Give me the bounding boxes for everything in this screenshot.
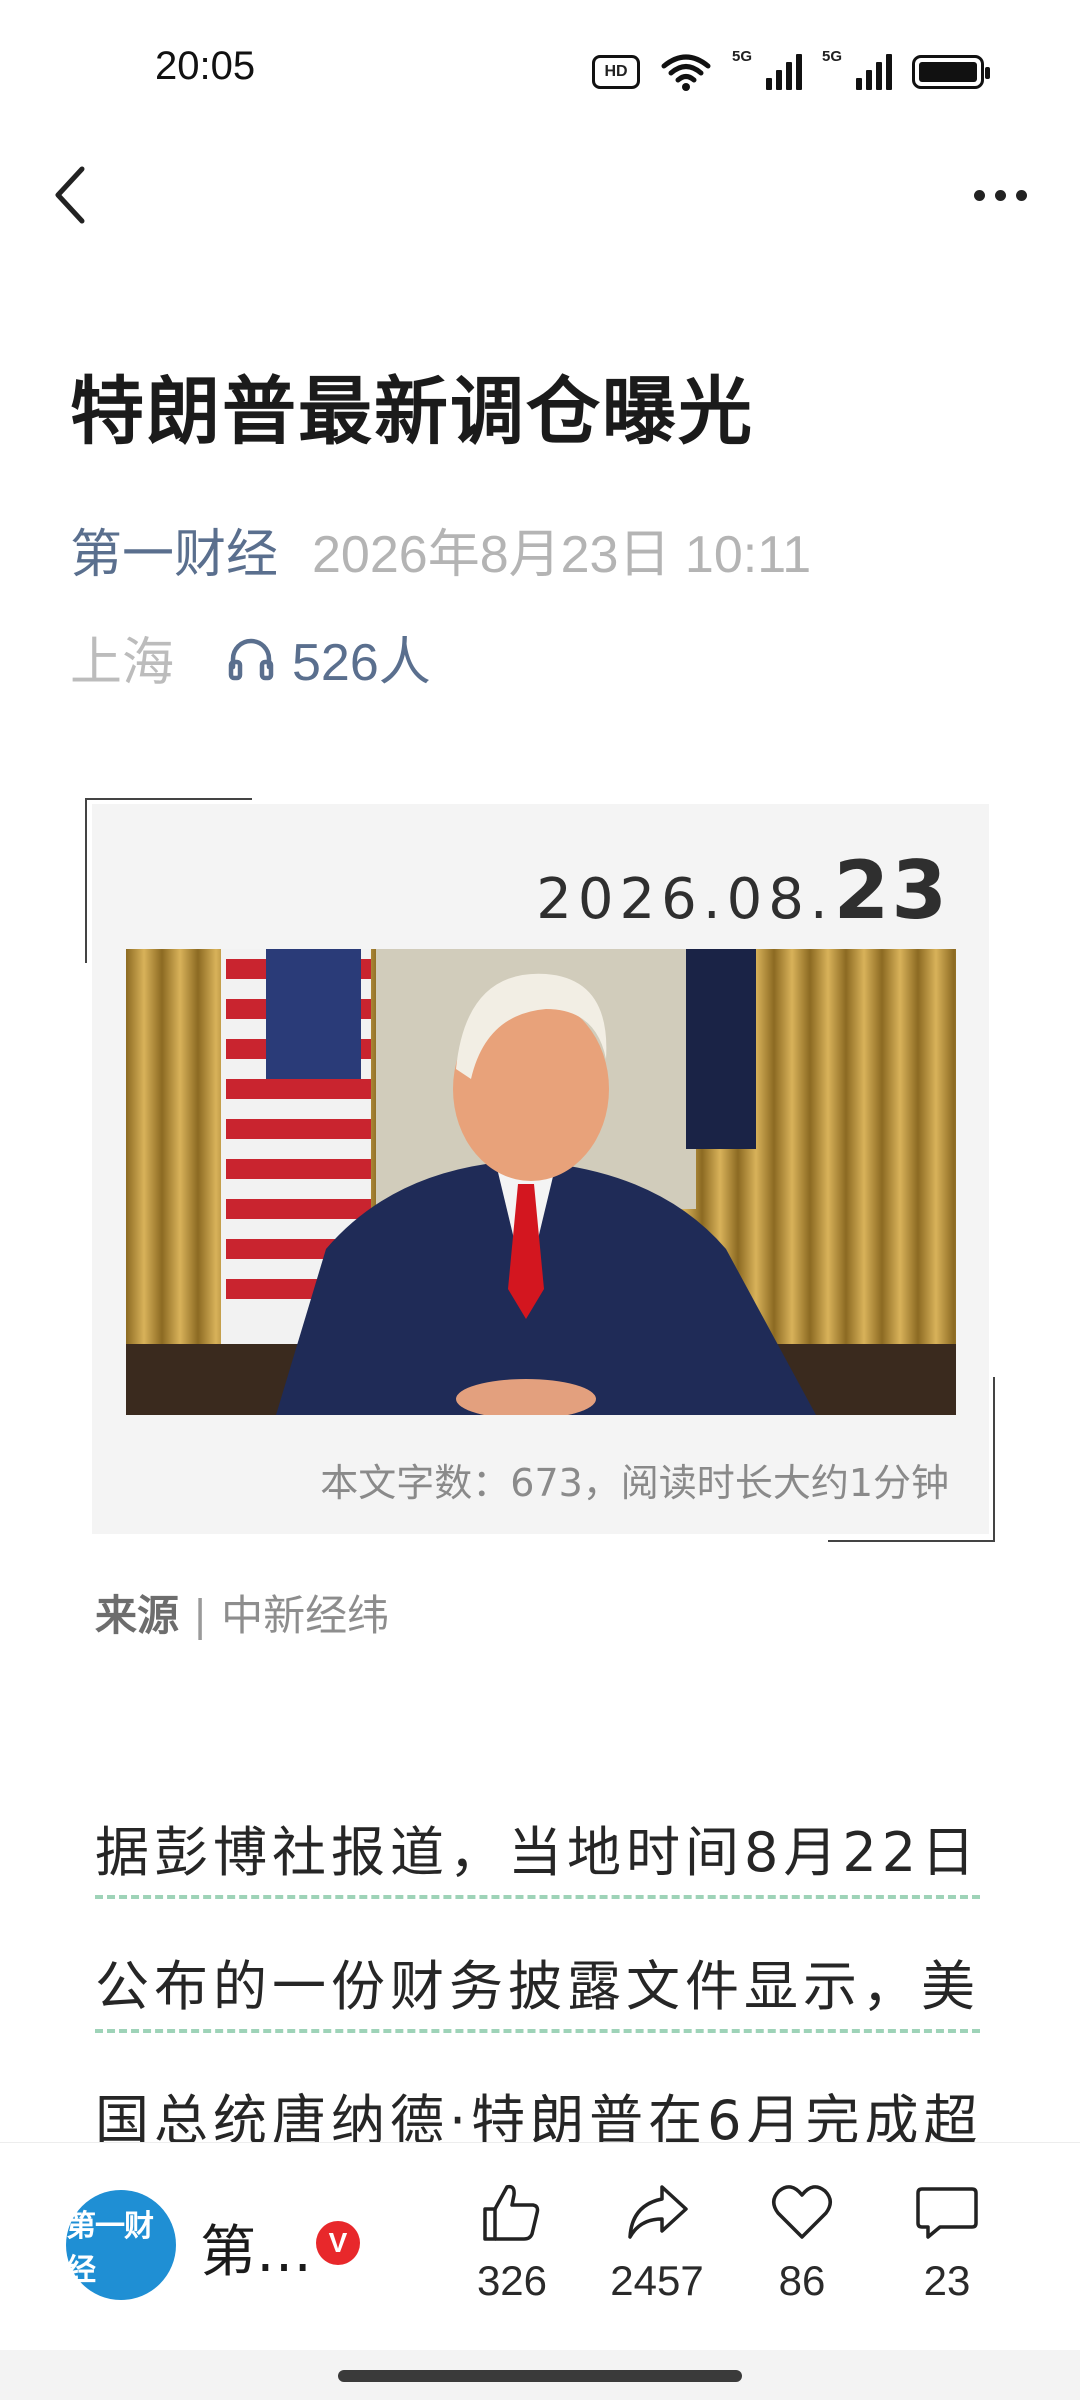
favorite-count: 86 xyxy=(778,2257,826,2304)
signal-5g-icon: 5G xyxy=(822,48,892,90)
network-label: 5G xyxy=(822,48,843,65)
card-corner-decoration xyxy=(85,798,252,963)
status-icons: HD 5G 5G xyxy=(592,48,990,92)
cover-photo[interactable] xyxy=(126,949,956,1415)
card-corner-decoration xyxy=(828,1377,995,1542)
cover-date-prefix: 2026.08. xyxy=(536,867,834,932)
author-logo-text: 第一财经 xyxy=(66,2209,154,2288)
content-source: 来源 | 中新经纬 xyxy=(95,1582,389,1643)
like-count: 326 xyxy=(476,2257,548,2304)
publish-time: 2026年8月23日 10:11 xyxy=(312,526,812,584)
share-count: 2457 xyxy=(610,2257,704,2304)
comment-count: 23 xyxy=(923,2257,971,2304)
verified-badge: V xyxy=(316,2221,360,2265)
share-icon xyxy=(628,2185,688,2239)
article-title: 特朗普最新调仓曝光 xyxy=(70,369,754,455)
battery-icon xyxy=(912,55,990,89)
headphones-icon xyxy=(228,638,274,680)
location: 上海 xyxy=(70,633,175,693)
hd-label: HD xyxy=(604,63,628,80)
more-horizontal-icon xyxy=(973,189,985,201)
status-bar: 20:05 HD 5G 5G xyxy=(0,0,1080,140)
bottom-action-bar: 第一财经 第… V 326 2457 86 23 xyxy=(0,2142,1080,2350)
wifi-icon xyxy=(661,54,711,91)
heart-icon xyxy=(772,2185,832,2239)
more-button[interactable] xyxy=(960,165,1040,225)
paragraph-line: 公布的一份财务披露文件显示，美 xyxy=(95,1942,995,2076)
signal-5g-icon: 5G xyxy=(732,48,802,90)
listen-button[interactable]: 526人 xyxy=(226,620,431,695)
author-avatar[interactable]: 第一财经 xyxy=(66,2190,176,2300)
source-value: 中新经纬 xyxy=(221,1591,390,1640)
status-time: 20:05 xyxy=(155,44,256,88)
article-meta-secondary: 上海 526人 xyxy=(70,620,431,695)
favorite-button[interactable]: 86 xyxy=(742,2179,862,2305)
article-meta: 第一财经 2026年8月23日 10:11 xyxy=(70,512,811,587)
source-link[interactable]: 第一财经 xyxy=(70,525,278,585)
listener-count: 526人 xyxy=(292,634,431,692)
comment-button[interactable]: 23 xyxy=(887,2179,1007,2305)
like-button[interactable]: 326 xyxy=(452,2179,572,2305)
back-button[interactable] xyxy=(40,160,100,230)
home-indicator[interactable] xyxy=(338,2370,742,2382)
thumbs-up-icon xyxy=(483,2184,540,2241)
source-label: 来源 xyxy=(95,1591,180,1640)
author-name[interactable]: 第… xyxy=(200,2207,312,2288)
cover-date-day: 23 xyxy=(833,844,949,937)
cover-date: 2026.08.23 xyxy=(536,844,949,937)
chevron-left-icon xyxy=(55,166,85,224)
network-label: 5G xyxy=(732,48,753,65)
share-button[interactable]: 2457 xyxy=(597,2179,717,2305)
source-separator: | xyxy=(193,1591,208,1640)
paragraph-line: 据彭博社报道，当地时间8月22日 xyxy=(95,1808,995,1942)
hd-icon: HD xyxy=(592,55,640,89)
comment-icon xyxy=(916,2187,978,2239)
